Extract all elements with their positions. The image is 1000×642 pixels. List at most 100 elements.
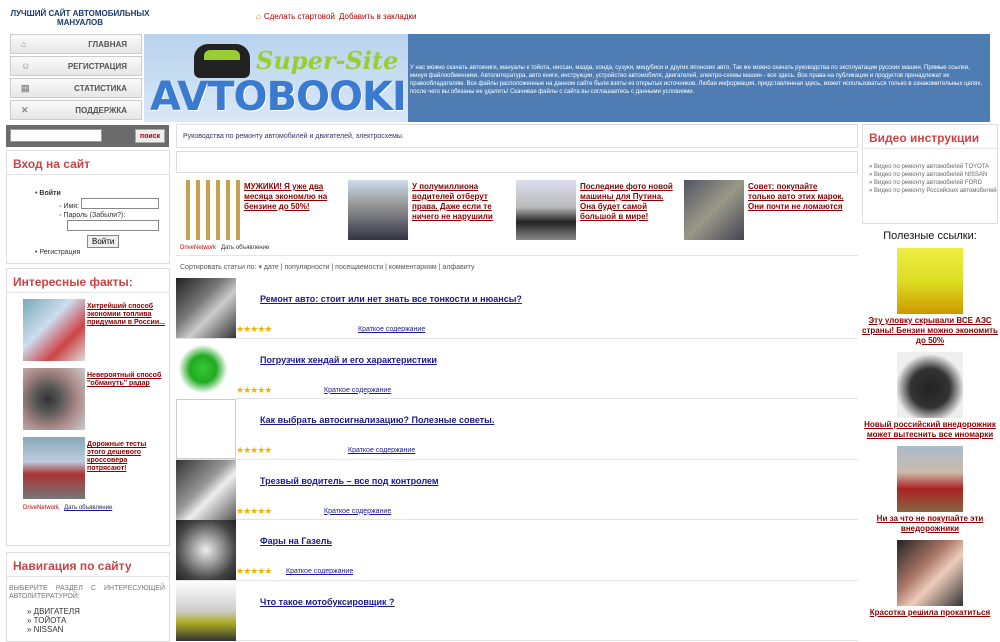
article-link[interactable]: Погрузчик хендай и его характеристики bbox=[260, 355, 437, 365]
site-nav-box: Навигация по сайту Выберите раздел с инт… bbox=[6, 552, 170, 642]
useful-link[interactable]: Эту уловку скрывали ВСЕ АЗС страны! Бенз… bbox=[862, 316, 998, 346]
useful-image[interactable] bbox=[897, 446, 963, 512]
facts-box: Интересные факты: Хитрейший способ эконо… bbox=[6, 268, 170, 546]
ad-item[interactable]: Совет: покупайте только авто этих марок.… bbox=[680, 180, 848, 242]
fact-image[interactable] bbox=[23, 299, 85, 361]
ad-image[interactable] bbox=[516, 180, 576, 240]
ads-block: МУЖИКИ! Я уже два месяца экономлю на бен… bbox=[176, 176, 858, 256]
article-row: Ремонт авто: стоит или нет знать все тон… bbox=[176, 278, 858, 339]
site-nav-title: Навигация по сайту bbox=[7, 553, 169, 577]
ad-image[interactable] bbox=[348, 180, 408, 240]
site-nav-item[interactable]: » ДВИГАТЕЛЯ bbox=[27, 607, 169, 616]
site-nav-item[interactable]: » ТОЙОТА bbox=[27, 616, 169, 625]
ad-image[interactable] bbox=[684, 180, 744, 240]
nav-register-label: РЕГИСТРАЦИЯ bbox=[67, 62, 127, 71]
useful-item[interactable]: Красотка решила прокатиться bbox=[862, 540, 998, 618]
post-ad-link[interactable]: Дать объявление bbox=[221, 245, 269, 251]
drive-network-link[interactable]: DriveNetwork bbox=[180, 245, 216, 251]
summary-link[interactable]: Краткое содержание bbox=[348, 447, 415, 454]
username-input[interactable] bbox=[80, 198, 159, 209]
nav-home-label: ГЛАВНАЯ bbox=[88, 40, 127, 49]
article-image[interactable] bbox=[176, 459, 236, 520]
sort-arrow-icon: ▾ bbox=[258, 264, 262, 271]
article-row: Как выбрать автосигнализацию? Полезные с… bbox=[176, 399, 858, 460]
useful-link[interactable]: Красотка решила прокатиться bbox=[862, 608, 998, 618]
article-image[interactable] bbox=[176, 278, 236, 338]
summary-link[interactable]: Краткое содержание bbox=[324, 387, 391, 394]
nav-home[interactable]: ⌂ ГЛАВНАЯ bbox=[10, 34, 142, 54]
login-enter: • Войти bbox=[35, 190, 61, 197]
nav-support[interactable]: ✕ ПОДДЕРЖКА bbox=[10, 100, 142, 120]
useful-image[interactable] bbox=[897, 352, 963, 418]
nav-register[interactable]: ☺ РЕГИСТРАЦИЯ bbox=[10, 56, 142, 76]
fact-image[interactable] bbox=[23, 437, 85, 499]
sort-visits[interactable]: посещаемости bbox=[335, 264, 383, 271]
ad-link[interactable]: Совет: покупайте только авто этих марок.… bbox=[748, 182, 844, 212]
article-link[interactable]: Фары на Газель bbox=[260, 536, 332, 546]
ad-link[interactable]: МУЖИКИ! Я уже два месяца экономлю на бен… bbox=[244, 182, 340, 212]
bookmark-link[interactable]: ↕ Добавить в закладки bbox=[332, 12, 417, 21]
ad-link[interactable]: У полумиллиона водителей отберут права. … bbox=[412, 182, 508, 222]
sort-popularity[interactable]: популярности bbox=[284, 264, 329, 271]
fact-link[interactable]: Дорожные тесты этого дешевого кроссовера… bbox=[87, 441, 165, 473]
ad-item[interactable]: Последние фото новой машины для Путина. … bbox=[512, 180, 680, 242]
nav-stats[interactable]: ▤ СТАТИСТИКА bbox=[10, 78, 142, 98]
search-input[interactable] bbox=[10, 129, 102, 142]
sort-alphabet[interactable]: алфавиту bbox=[442, 264, 474, 271]
article-image[interactable] bbox=[176, 580, 236, 641]
ad-item[interactable]: У полумиллиона водителей отберут права. … bbox=[344, 180, 512, 242]
useful-item[interactable]: Новый российский внедорожник может вытес… bbox=[862, 352, 998, 440]
video-link[interactable]: » Видео по ремонту автомобилей NISSAN bbox=[869, 171, 997, 179]
home-icon: ⌂ bbox=[256, 12, 261, 21]
fact-item[interactable]: Дорожные тесты этого дешевого кроссовера… bbox=[7, 431, 169, 500]
site-logo[interactable]: Super-Site AVTOBOOKI.RU bbox=[144, 34, 408, 122]
main-nav: ⌂ ГЛАВНАЯ ☺ РЕГИСТРАЦИЯ ▤ СТАТИСТИКА ✕ ПОДДЕ… bbox=[10, 34, 142, 122]
ad-link[interactable]: Последние фото новой машины для Путина. … bbox=[580, 182, 676, 222]
video-link[interactable]: » Видео по ремонту автомобилей TOYOTA bbox=[869, 163, 997, 171]
fact-link[interactable]: Хитрейший способ экономии топлива придум… bbox=[87, 303, 165, 327]
article-link[interactable]: Ремонт авто: стоит или нет знать все тон… bbox=[260, 294, 522, 304]
ad-image[interactable] bbox=[180, 180, 240, 240]
ad-item[interactable]: МУЖИКИ! Я уже два месяца экономлю на бен… bbox=[176, 180, 344, 242]
login-button[interactable]: Войти bbox=[87, 235, 120, 248]
rating-stars[interactable]: ★★★★★ bbox=[236, 445, 272, 456]
useful-image[interactable] bbox=[897, 248, 963, 314]
article-image[interactable] bbox=[176, 338, 236, 399]
sort-date[interactable]: дате bbox=[264, 264, 279, 271]
useful-item[interactable]: Эту уловку скрывали ВСЕ АЗС страны! Бенз… bbox=[862, 248, 998, 346]
drive-network-link[interactable]: DriveNetwork bbox=[23, 505, 59, 511]
useful-item[interactable]: Ни за что не покупайте эти внедорожники bbox=[862, 446, 998, 534]
useful-link[interactable]: Новый российский внедорожник может вытес… bbox=[862, 420, 998, 440]
rating-stars[interactable]: ★★★★★ bbox=[236, 385, 272, 396]
fact-item[interactable]: Невероятный способ "обмануть" радар bbox=[7, 362, 169, 431]
register-link[interactable]: • Регистрация bbox=[35, 248, 169, 257]
site-nav-item[interactable]: » NISSAN bbox=[27, 625, 169, 634]
useful-link[interactable]: Ни за что не покупайте эти внедорожники bbox=[862, 514, 998, 534]
make-home-label: Сделать стартовой bbox=[263, 12, 335, 21]
fact-item[interactable]: Хитрейший способ экономии топлива придум… bbox=[7, 293, 169, 362]
video-link[interactable]: » Видео по ремонту Российских автомобиле… bbox=[869, 187, 997, 195]
summary-link[interactable]: Краткое содержание bbox=[286, 568, 353, 575]
article-link[interactable]: Что такое мотобуксировщик ? bbox=[260, 597, 395, 607]
password-input[interactable] bbox=[67, 220, 159, 231]
video-link[interactable]: » Видео по ремонту автомобилей FORD bbox=[869, 179, 997, 187]
rating-stars[interactable]: ★★★★★ bbox=[236, 506, 272, 517]
fact-image[interactable] bbox=[23, 368, 85, 430]
post-ad-link[interactable]: Дать объявление bbox=[64, 505, 112, 511]
article-image[interactable] bbox=[176, 399, 236, 459]
sort-comments[interactable]: комментариям bbox=[389, 264, 437, 271]
fact-link[interactable]: Невероятный способ "обмануть" радар bbox=[87, 372, 165, 388]
make-home-link[interactable]: ⌂ Сделать стартовой bbox=[256, 12, 335, 21]
article-row: Фары на Газель ★★★★★ Краткое содержание bbox=[176, 520, 858, 581]
article-link[interactable]: Как выбрать автосигнализацию? Полезные с… bbox=[260, 415, 494, 425]
summary-link[interactable]: Краткое содержание bbox=[358, 326, 425, 333]
search-button[interactable]: поиск bbox=[135, 129, 165, 143]
summary-link[interactable]: Краткое содержание bbox=[324, 508, 391, 515]
useful-image[interactable] bbox=[897, 540, 963, 606]
article-image[interactable] bbox=[176, 520, 236, 580]
rating-stars[interactable]: ★★★★★ bbox=[236, 566, 272, 577]
article-link[interactable]: Трезвый водитель – все под контролем bbox=[260, 476, 439, 486]
rating-stars[interactable]: ★★★★★ bbox=[236, 324, 272, 335]
site-title: ЛУЧШИЙ САЙТ АВТОМОБИЛЬНЫХ МАНУАЛОВ bbox=[10, 9, 150, 27]
video-title: Видео инструкции bbox=[863, 125, 997, 149]
